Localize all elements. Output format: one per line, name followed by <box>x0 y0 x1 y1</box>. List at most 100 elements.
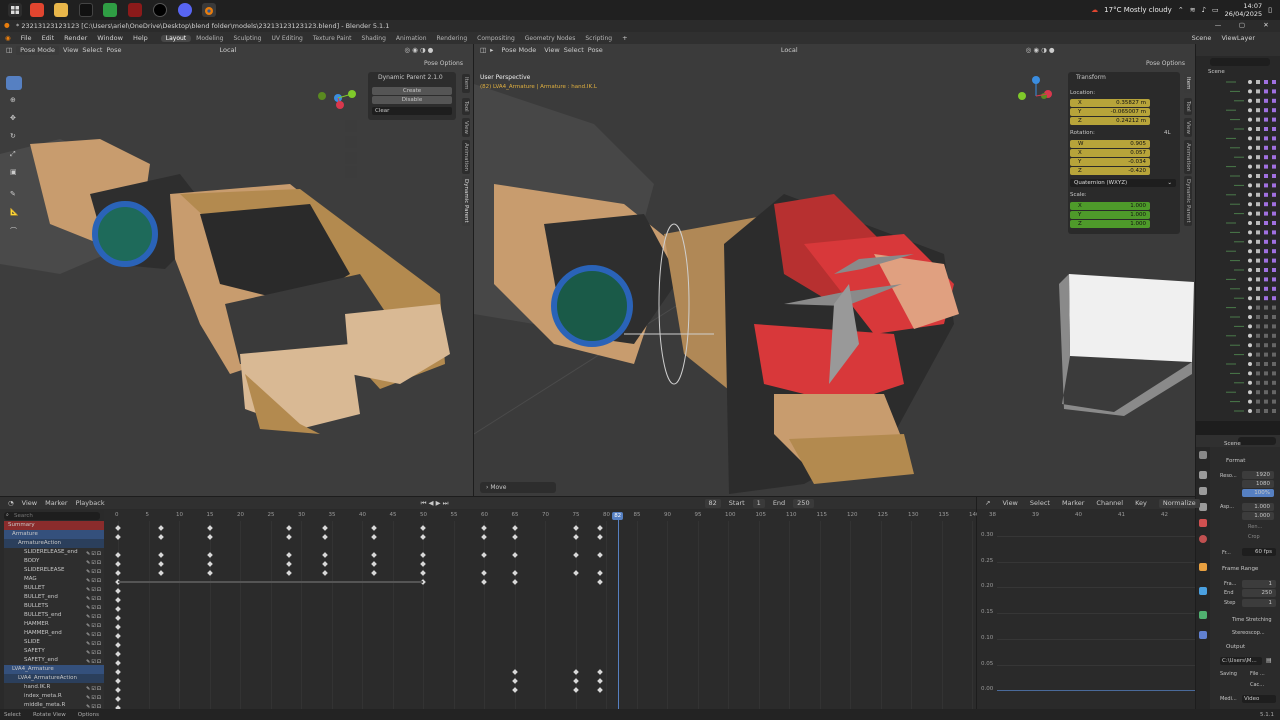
render-region-label[interactable]: Ren... <box>1248 524 1262 530</box>
keyframe[interactable] <box>420 525 426 531</box>
keyframe[interactable] <box>206 552 213 558</box>
clock[interactable]: 14:07 26/04/2025 <box>1225 2 1262 18</box>
keyframe[interactable] <box>115 525 121 531</box>
view-menu[interactable]: View <box>544 46 559 54</box>
channel-row[interactable]: SLIDERELEASE ✎☑⊡ <box>4 566 104 575</box>
keyframe[interactable] <box>511 534 518 540</box>
keyframe[interactable] <box>597 570 603 576</box>
keyframe[interactable] <box>157 570 164 576</box>
keyframe[interactable] <box>322 552 329 558</box>
keyframe[interactable] <box>115 606 121 612</box>
output-path-field[interactable]: C:\Users\M... <box>1220 657 1262 665</box>
rotation-mode-short[interactable]: 4L <box>1164 130 1171 136</box>
crop-label[interactable]: Crop <box>1248 534 1260 540</box>
keyframe[interactable] <box>371 570 378 576</box>
dope-sheet-editor[interactable]: ◔ View Marker Playback ⏮ ◀ ▶ ⏭ 82 Start … <box>0 497 980 711</box>
channel-row[interactable]: SAFETY_end ✎☑⊡ <box>4 656 104 665</box>
scale-y-field[interactable]: Y 1.000 <box>1070 211 1150 219</box>
channel-toggle-icons[interactable]: ✎☑⊡ <box>86 640 102 647</box>
keyframe[interactable] <box>115 651 121 657</box>
editor-type-icon[interactable]: ◫ <box>480 46 486 54</box>
frame-start-field[interactable]: 1 <box>1242 580 1276 588</box>
resolution-x-field[interactable]: 1920 <box>1242 471 1274 479</box>
marker-menu[interactable]: Marker <box>45 499 67 507</box>
keyframe[interactable] <box>322 525 329 531</box>
rotate-tool-icon[interactable]: ↻ <box>10 132 16 140</box>
keyframe[interactable] <box>371 552 378 558</box>
view-layer-tab-icon[interactable] <box>1199 503 1207 511</box>
keyframe[interactable] <box>572 534 579 540</box>
channel-toggle-icons[interactable]: ✎☑⊡ <box>86 604 102 611</box>
channel-toggle-icons[interactable]: ✎☑⊡ <box>86 685 102 692</box>
keyframe[interactable] <box>115 633 121 639</box>
disable-button[interactable]: Disable <box>372 96 452 104</box>
channel-row[interactable]: BODY ✎☑⊡ <box>4 557 104 566</box>
keyframe[interactable] <box>115 660 121 666</box>
keyframe[interactable] <box>115 642 121 648</box>
keyframe[interactable] <box>511 579 518 585</box>
world-tab-icon[interactable] <box>1199 535 1207 543</box>
stereoscopy-section[interactable]: Stereoscop... <box>1232 630 1265 636</box>
transform-tool-icon[interactable]: ▣ <box>10 168 17 176</box>
scene-selector[interactable]: Scene <box>1187 34 1217 42</box>
keyframe[interactable] <box>206 561 213 567</box>
keyframe[interactable] <box>322 534 329 540</box>
editor-type-icon[interactable]: ◔ <box>8 499 14 507</box>
channel-toggle-icons[interactable]: ✎☑⊡ <box>86 577 102 584</box>
app-black-icon[interactable] <box>153 3 167 17</box>
channel-row[interactable]: HAMMER ✎☑⊡ <box>4 620 104 629</box>
minimize-icon[interactable]: — <box>1208 21 1228 29</box>
file-explorer-icon[interactable] <box>54 3 68 17</box>
tab-tool[interactable]: Tool <box>1184 98 1192 115</box>
blender-menu-icon[interactable]: ◉ <box>0 34 16 42</box>
keyframe[interactable] <box>115 588 121 594</box>
tiktok-icon[interactable] <box>79 3 93 17</box>
orientation-selector[interactable]: Local <box>781 46 798 54</box>
tab-dynamic-parent[interactable]: Dynamic Parent <box>462 176 470 226</box>
keyframe[interactable] <box>157 525 164 531</box>
timeline-region[interactable]: 0 5 10 15 20 25 30 35 40 45 50 55 60 65 70 75 80 85 90 95 10… <box>104 510 980 711</box>
mode-selector[interactable]: Pose Mode <box>16 45 59 55</box>
channel-row[interactable]: SLIDE ✎☑⊡ <box>4 638 104 647</box>
rotation-mode-dropdown[interactable]: Quaternion (WXYZ) ⌄ <box>1070 179 1176 187</box>
notification-icon[interactable]: ▯ <box>1268 6 1272 14</box>
volume-icon[interactable]: ♪ <box>1202 6 1206 14</box>
aspect-x-field[interactable]: 1.000 <box>1242 503 1274 511</box>
app-red-icon[interactable] <box>128 3 142 17</box>
keyframe[interactable] <box>511 570 518 576</box>
keyframe[interactable] <box>285 534 292 540</box>
measure-tool-icon[interactable]: 📐 <box>10 208 19 216</box>
keyframe[interactable] <box>572 570 579 576</box>
menu-help[interactable]: Help <box>128 34 153 42</box>
keyframe[interactable] <box>115 552 121 558</box>
editor-type-icon[interactable]: ↗ <box>985 499 990 507</box>
tab-dynamic-parent[interactable]: Dynamic Parent <box>1184 176 1192 226</box>
step-field[interactable]: 1 <box>1242 599 1276 607</box>
keyframe[interactable] <box>371 561 378 567</box>
viewport-shading-icons[interactable]: ◎ ◉ ◑ ● <box>1026 46 1055 54</box>
folder-icon[interactable]: ▤ <box>1266 657 1272 664</box>
close-icon[interactable]: ✕ <box>1256 21 1276 29</box>
channel-row[interactable]: LVA4_Armature <box>4 665 104 674</box>
relax-tool-icon[interactable]: ⌒ <box>10 226 17 236</box>
camera-icon[interactable] <box>1043 152 1055 164</box>
zoom-icon[interactable] <box>1043 120 1055 132</box>
location-y-field[interactable]: Y -0.065007 m <box>1070 108 1150 116</box>
channel-menu[interactable]: Channel <box>1096 499 1123 507</box>
keyframe[interactable] <box>115 597 121 603</box>
keyframe[interactable] <box>206 525 213 531</box>
channel-region[interactable]: Summary Armature ArmatureAction SLIDERELEAS… <box>0 521 104 710</box>
axis-gizmo[interactable] <box>1018 74 1058 114</box>
keyframe[interactable] <box>115 624 121 630</box>
cache-result-checkbox[interactable]: Cac... <box>1250 682 1264 688</box>
scale-x-field[interactable]: X 1.000 <box>1070 202 1150 210</box>
tab-geometry-nodes[interactable]: Geometry Nodes <box>520 35 581 42</box>
marker-menu[interactable]: Marker <box>1062 499 1084 507</box>
keyframe[interactable] <box>115 687 121 693</box>
keyframe[interactable] <box>115 570 121 576</box>
tab-animation[interactable]: Animation <box>1184 140 1192 175</box>
channel-row[interactable]: SAFETY ✎☑⊡ <box>4 647 104 656</box>
view-layer-selector[interactable]: ViewLayer <box>1216 34 1260 42</box>
keyframe[interactable] <box>481 570 487 576</box>
rotation-z-field[interactable]: Z -0.420 <box>1070 167 1150 175</box>
